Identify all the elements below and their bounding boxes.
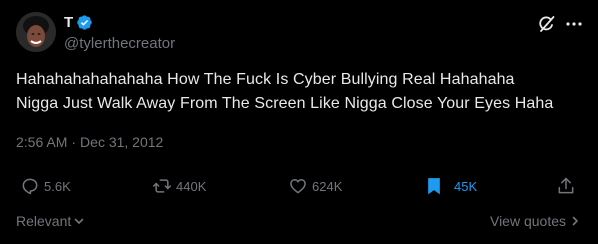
sort-replies-dropdown[interactable]: Relevant: [16, 213, 85, 229]
tweet-time[interactable]: 2:56 AM: [16, 134, 67, 150]
timestamp-separator: ·: [71, 134, 77, 150]
timestamp[interactable]: 2:56 AM · Dec 31, 2012: [16, 134, 163, 150]
reply-button[interactable]: 5.6K: [20, 176, 71, 196]
sort-label: Relevant: [16, 213, 72, 229]
like-icon: [290, 179, 306, 194]
bookmark-count: 45K: [454, 178, 478, 194]
avatar[interactable]: [16, 12, 56, 52]
share-icon: [558, 177, 574, 194]
bookmark-button[interactable]: 45K: [424, 176, 477, 196]
display-name[interactable]: T: [64, 14, 73, 31]
like-button[interactable]: 624K: [288, 176, 342, 196]
action-bar: 5.6K 440K 624K 45K: [16, 176, 582, 204]
tweet-text: Hahahahahahahaha How The Fuck Is Cyber B…: [16, 68, 586, 116]
repost-icon: [152, 179, 172, 193]
author-handle[interactable]: @tylerthecreator: [64, 35, 175, 52]
like-count: 624K: [312, 178, 343, 194]
repost-count: 440K: [176, 178, 207, 194]
tweet-date[interactable]: Dec 31, 2012: [80, 134, 163, 150]
share-button[interactable]: [556, 176, 576, 196]
repost-button[interactable]: 440K: [152, 176, 206, 196]
reply-icon: [22, 178, 38, 195]
view-quotes-link[interactable]: View quotes: [490, 213, 580, 229]
verified-badge-icon: [76, 14, 93, 31]
author-name-row[interactable]: T: [64, 14, 93, 31]
grok-icon[interactable]: [537, 14, 557, 34]
chevron-right-icon: [572, 216, 578, 226]
reply-count: 5.6K: [44, 178, 71, 194]
tweet-text-line: Nigga Just Walk Away From The Screen Lik…: [16, 95, 554, 112]
chevron-down-icon: [74, 218, 84, 224]
view-quotes-label: View quotes: [489, 213, 566, 229]
bookmark-icon: [428, 178, 440, 195]
more-icon[interactable]: [563, 13, 585, 35]
tweet-text-line: Hahahahahahahaha How The Fuck Is Cyber B…: [16, 71, 515, 88]
